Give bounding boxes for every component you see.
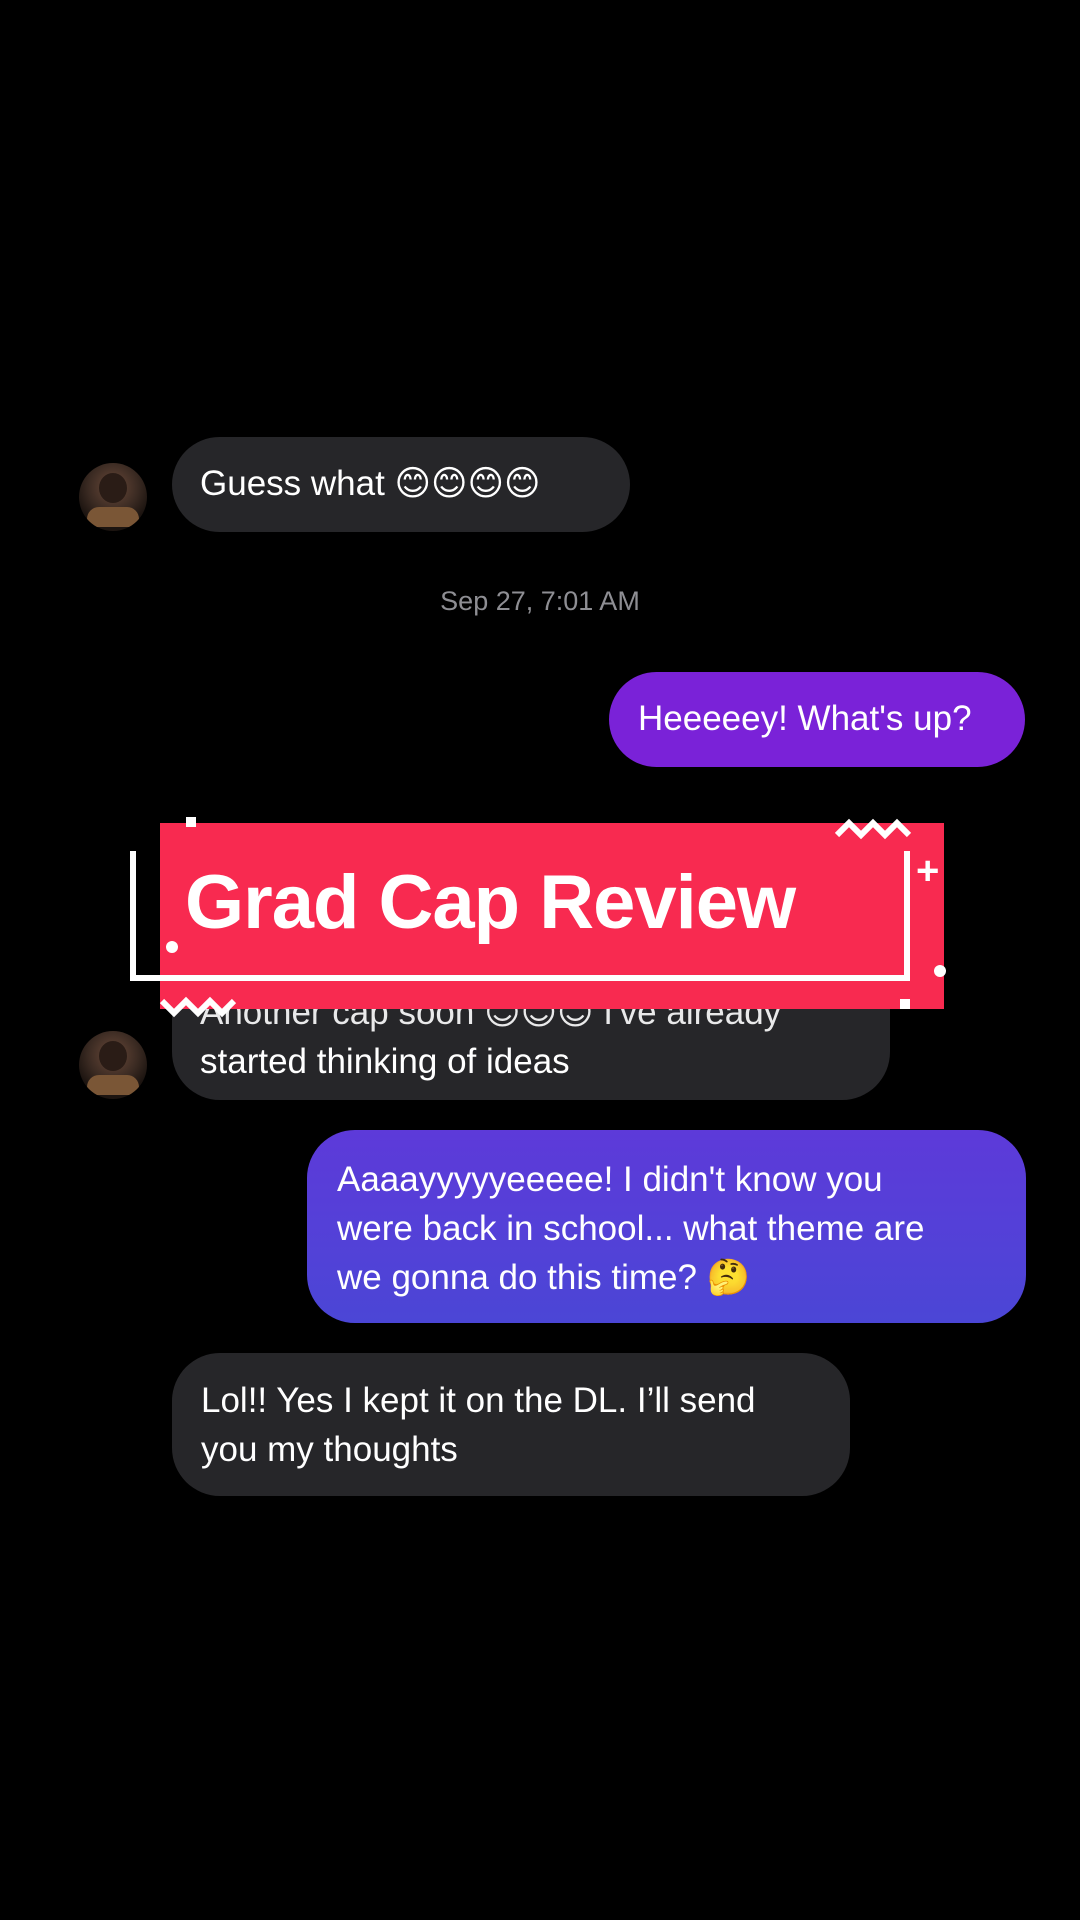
decor-square [186, 817, 196, 827]
sender-avatar[interactable] [79, 1031, 147, 1099]
message-text-line: Aaaayyyyyeeeee! I didn't know you [337, 1160, 883, 1199]
decor-plus: + [916, 849, 940, 893]
incoming-message-bubble[interactable]: Guess what 😊😊😊😊 [172, 437, 630, 532]
decor-zigzag [835, 818, 912, 840]
message-text: Heeeeey! What's up? [638, 699, 972, 738]
message-timestamp: Sep 27, 7:01 AM [440, 586, 640, 616]
message-text-line: were back in school... what theme are [337, 1209, 925, 1248]
decor-dot [934, 965, 946, 977]
decor-dot [166, 941, 178, 953]
sender-avatar[interactable] [79, 463, 147, 531]
message-text-line: you my thoughts [201, 1430, 458, 1469]
incoming-message-bubble[interactable]: Lol!! Yes I kept it on the DL. I’ll send… [172, 1353, 850, 1496]
message-text-line: Lol!! Yes I kept it on the DL. I’ll send [201, 1381, 756, 1420]
outgoing-message-bubble[interactable]: Aaaayyyyyeeeee! I didn't know you were b… [307, 1130, 1026, 1323]
decor-square [900, 999, 910, 1009]
message-text-line: we gonna do this time? 🤔 [337, 1258, 751, 1297]
decor-zigzag [160, 996, 237, 1018]
outgoing-message-bubble[interactable]: Heeeeey! What's up? [609, 672, 1025, 767]
message-text-line: started thinking of ideas [200, 1042, 570, 1081]
overlay-title: Grad Cap Review [185, 860, 796, 945]
title-overlay: Grad Cap Review + [130, 817, 946, 1018]
message-text: Guess what 😊😊😊😊 [200, 464, 541, 503]
